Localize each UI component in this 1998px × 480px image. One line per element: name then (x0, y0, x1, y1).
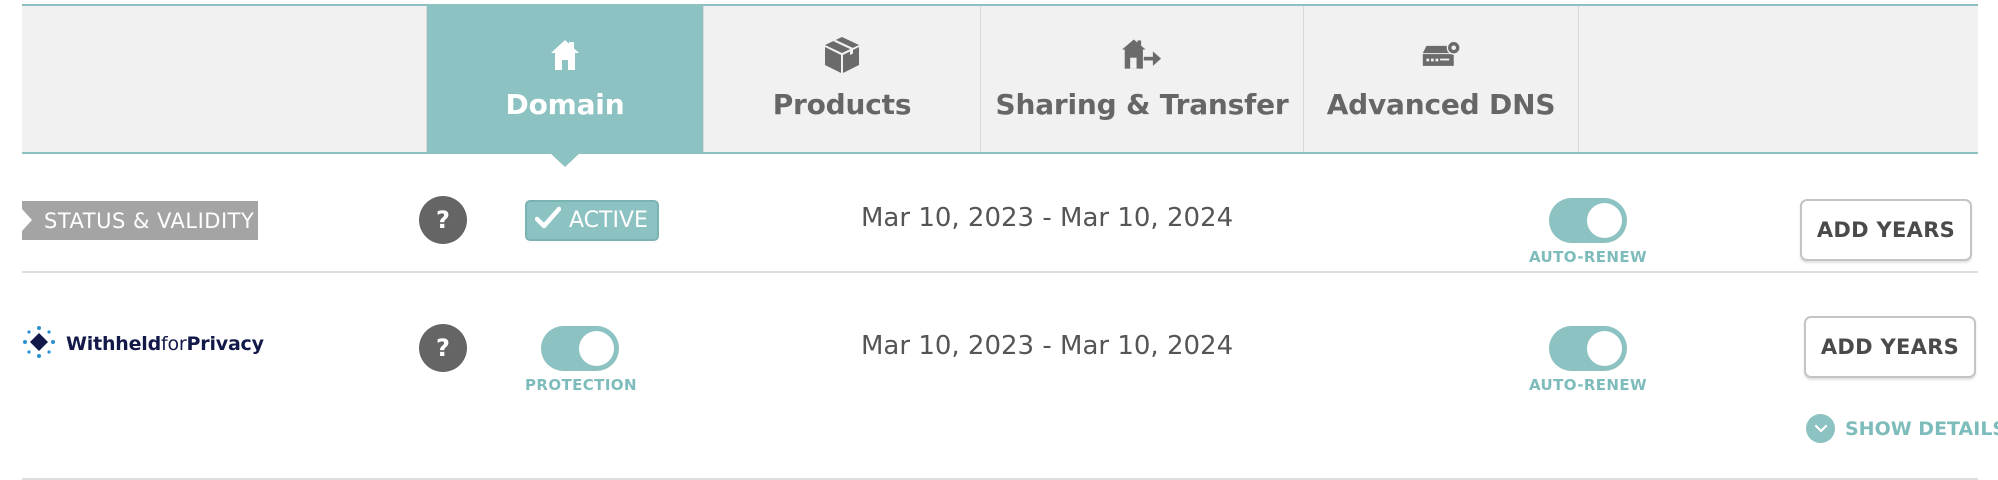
status-validity-label: STATUS & VALIDITY (22, 201, 258, 240)
auto-renew-toggle[interactable] (1549, 198, 1627, 243)
withheld-for-privacy-logo: WithheldforPrivacy (22, 325, 264, 363)
validity-date-range: Mar 10, 2023 - Mar 10, 2024 (861, 203, 1234, 233)
question-icon: ? (436, 206, 450, 234)
toggle-knob (1587, 203, 1622, 238)
checkmark-icon (534, 206, 562, 236)
show-details-label: SHOW DETAILS (1845, 417, 1998, 440)
status-validity-text: STATUS & VALIDITY (44, 208, 255, 233)
domain-tab-bar: Domain Products Sharing & Transfer Advan… (22, 4, 1978, 167)
tab-sharing-label: Sharing & Transfer (995, 88, 1289, 121)
auto-renew-label: AUTO-RENEW (1529, 248, 1647, 266)
tab-advanced-dns[interactable]: Advanced DNS (1303, 6, 1578, 152)
brand-part-for: for (161, 333, 187, 355)
active-status-badge: ACTIVE (525, 200, 659, 241)
active-tab-caret (549, 152, 581, 167)
question-icon: ? (436, 334, 450, 362)
toggle-knob (1587, 331, 1622, 366)
tab-products[interactable]: Products (703, 6, 980, 152)
tab-products-label: Products (772, 88, 912, 121)
tab-bar-spacer (1578, 6, 1978, 152)
brand-part-withheld: Withheld (66, 333, 162, 355)
show-details-link[interactable]: SHOW DETAILS (1806, 414, 1998, 443)
tab-domain-label: Domain (505, 88, 625, 121)
withheld-for-privacy-brand: WithheldforPrivacy (66, 333, 264, 355)
active-badge-text: ACTIVE (569, 208, 648, 233)
chevron-down-icon (1806, 414, 1835, 443)
privacy-diamond-icon (22, 325, 56, 363)
privacy-add-years-button[interactable]: ADD YEARS (1804, 316, 1976, 378)
status-help-button[interactable]: ? (419, 196, 467, 244)
box-icon (822, 36, 862, 74)
brand-part-privacy: Privacy (186, 333, 264, 355)
privacy-help-button[interactable]: ? (419, 324, 467, 372)
toggle-knob (579, 331, 614, 366)
privacy-protection-toggle[interactable] (541, 326, 619, 371)
add-years-button[interactable]: ADD YEARS (1800, 199, 1972, 261)
privacy-auto-renew-label: AUTO-RENEW (1529, 376, 1647, 394)
protection-label: PROTECTION (525, 376, 637, 394)
privacy-auto-renew-toggle[interactable] (1549, 326, 1627, 371)
tab-sharing-transfer[interactable]: Sharing & Transfer (980, 6, 1303, 152)
privacy-date-range: Mar 10, 2023 - Mar 10, 2024 (861, 331, 1234, 361)
row-divider (22, 271, 1978, 273)
tab-dns-label: Advanced DNS (1326, 88, 1556, 121)
house-transfer-icon (1122, 36, 1162, 74)
home-icon (545, 36, 585, 74)
tab-domain[interactable]: Domain (426, 6, 703, 167)
server-gear-icon (1421, 36, 1461, 74)
